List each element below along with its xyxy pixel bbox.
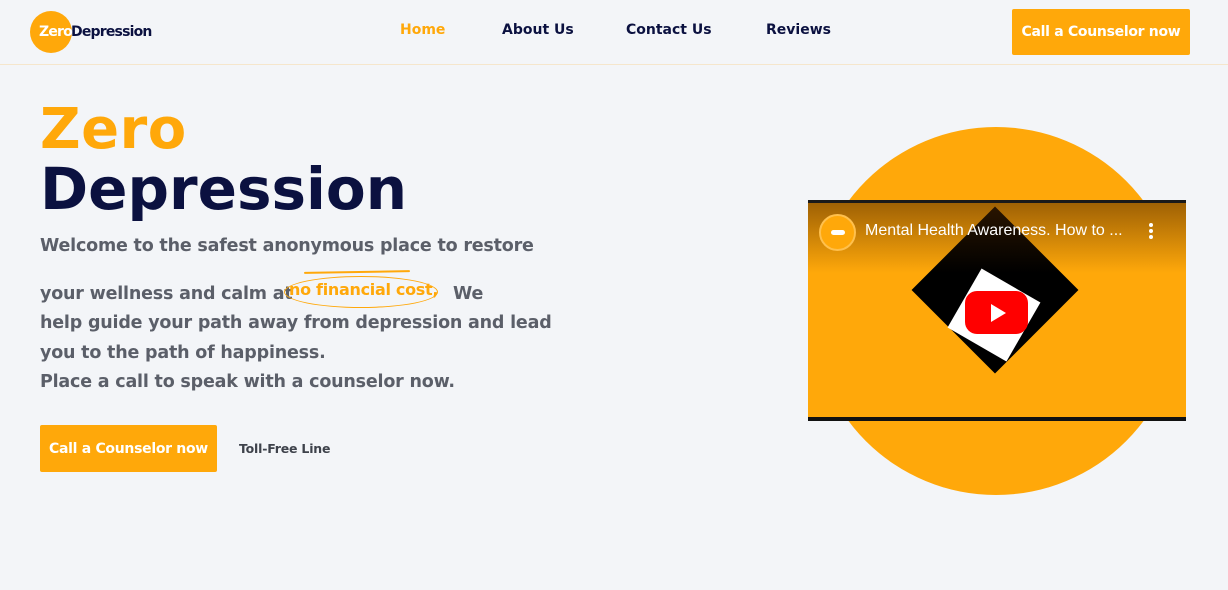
youtube-video-embed[interactable]: Mental Health Awareness. How to ... xyxy=(808,200,1186,421)
video-title[interactable]: Mental Health Awareness. How to ... xyxy=(865,222,1123,240)
highlight-text: no financial cost, xyxy=(289,280,439,299)
hero-text-line-1: Welcome to the safest anonymous place to… xyxy=(40,236,534,256)
page: Zero Depression Home About Us Contact Us… xyxy=(0,0,1228,590)
hero-text-line-4: you to the path of happiness. xyxy=(40,343,326,363)
toll-free-line-link[interactable]: Toll-Free Line xyxy=(239,441,330,456)
hero-call-counselor-button[interactable]: Call a Counselor now xyxy=(40,425,217,472)
hero-title-depression: Depression xyxy=(40,155,408,223)
nav-contact-us[interactable]: Contact Us xyxy=(626,22,712,38)
financial-cost-highlight: no financial cost, xyxy=(284,270,440,309)
youtube-play-icon[interactable] xyxy=(965,291,1028,334)
nav-home[interactable]: Home xyxy=(400,22,445,38)
hero-text-line-2-end: We xyxy=(453,284,484,304)
brand-logo[interactable]: Zero Depression xyxy=(30,11,152,53)
channel-avatar[interactable] xyxy=(819,214,856,251)
hero-text-line-5: Place a call to speak with a counselor n… xyxy=(40,372,455,392)
hero-title-zero: Zero xyxy=(40,97,187,162)
site-header: Zero Depression Home About Us Contact Us… xyxy=(0,0,1228,65)
logo-depression-text: Depression xyxy=(71,24,152,40)
highlight-stroke xyxy=(303,270,411,274)
logo-badge: Zero xyxy=(30,11,73,53)
nav-about-us[interactable]: About Us xyxy=(502,22,574,38)
header-call-counselor-button[interactable]: Call a Counselor now xyxy=(1012,9,1190,55)
nav-reviews[interactable]: Reviews xyxy=(766,22,831,38)
hero-text-line-2-start: your wellness and calm at xyxy=(40,284,293,304)
hero-text-line-3: help guide your path away from depressio… xyxy=(40,313,552,333)
logo-zero-text: Zero xyxy=(39,24,73,40)
kebab-menu-icon[interactable] xyxy=(1146,220,1156,242)
